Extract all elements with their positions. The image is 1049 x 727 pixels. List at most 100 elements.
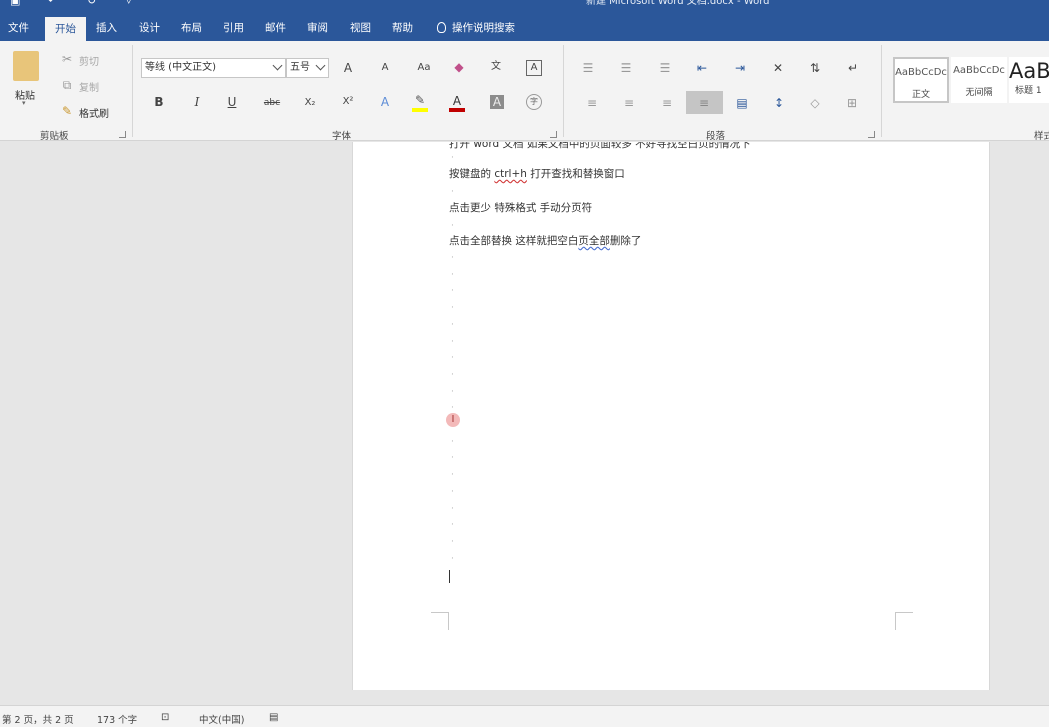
paragraph-mark: · xyxy=(451,319,454,330)
chevron-down-icon xyxy=(272,60,283,71)
clipboard-launcher-icon[interactable] xyxy=(119,131,126,138)
cut-button[interactable]: 剪切 xyxy=(79,53,99,68)
phonetic-guide-icon[interactable]: 文 xyxy=(489,60,503,74)
style-no-spacing[interactable]: AaBbCcDc 无间隔 xyxy=(951,57,1007,103)
char-shading-icon[interactable]: A xyxy=(490,95,504,109)
paste-dropdown-icon[interactable]: ▾ xyxy=(22,99,26,107)
paragraph-mark: · xyxy=(451,187,454,197)
lightbulb-icon xyxy=(437,22,446,33)
proofing-icon[interactable]: ⊡ xyxy=(161,712,169,723)
document-area[interactable]: 打开 word 文档 如果文档中的页面较多 不好寻找空白页的情况下 · 按键盘的… xyxy=(0,142,1049,705)
highlight-color-bar xyxy=(412,108,428,112)
status-bar: 第 2 页，共 2 页 173 个字 ⊡ 中文(中国) ▤ xyxy=(0,705,1049,727)
align-center-icon[interactable]: ≡ xyxy=(622,96,636,110)
customize-icon[interactable]: ▿ xyxy=(126,0,132,7)
show-marks-icon[interactable]: ↵ xyxy=(846,61,860,75)
save-icon[interactable]: ▣ xyxy=(10,0,20,7)
document-paragraph[interactable]: 按键盘的 ctrl+h 打开查找和替换窗口 xyxy=(449,166,625,181)
font-group-label: 字体 xyxy=(332,131,352,142)
tab-review[interactable]: 审阅 xyxy=(307,17,328,41)
paragraph-launcher-icon[interactable] xyxy=(868,131,875,138)
align-left-icon[interactable]: ≡ xyxy=(585,96,599,110)
increase-indent-icon[interactable]: ⇥ xyxy=(733,61,747,75)
document-page[interactable]: 打开 word 文档 如果文档中的页面较多 不好寻找空白页的情况下 · 按键盘的… xyxy=(352,142,990,690)
font-name-combo[interactable]: 等线 (中文正文) xyxy=(141,58,286,78)
justify-icon: ≡ xyxy=(698,96,710,110)
numbering-icon[interactable]: ☰ xyxy=(619,61,633,75)
text-caret xyxy=(449,570,450,583)
format-painter-button[interactable]: 格式刷 xyxy=(79,105,109,120)
shading-icon[interactable]: ◇ xyxy=(808,96,822,110)
copy-button[interactable]: 复制 xyxy=(79,79,99,94)
document-paragraph[interactable]: 点击全部替换 这样就把空白页全部删除了 xyxy=(449,233,641,248)
style-heading-1[interactable]: AaB 标题 1 xyxy=(1009,57,1049,103)
grow-font-icon[interactable]: A xyxy=(341,61,355,75)
paragraph-mark: · xyxy=(451,286,454,297)
align-right-icon[interactable]: ≡ xyxy=(660,96,674,110)
bold-button[interactable]: B xyxy=(153,95,165,109)
char-border-icon[interactable]: A xyxy=(526,60,542,76)
font-launcher-icon[interactable] xyxy=(550,131,557,138)
sort-icon[interactable]: ⇅ xyxy=(808,61,822,75)
clear-formatting-icon[interactable]: ◆ xyxy=(452,60,466,74)
tab-file[interactable]: 文件 xyxy=(8,17,29,41)
clipboard-group-label: 剪贴板 xyxy=(40,131,69,142)
tab-references[interactable]: 引用 xyxy=(223,17,244,41)
copy-icon[interactable]: ⧉ xyxy=(60,78,74,92)
paragraph-mark: · xyxy=(451,536,454,547)
subscript-button[interactable]: X₂ xyxy=(302,96,318,110)
font-size-combo[interactable]: 五号 xyxy=(286,58,329,78)
strikethrough-button[interactable]: abc xyxy=(263,96,281,110)
distributed-icon[interactable]: ▤ xyxy=(735,96,749,110)
page-count-status[interactable]: 第 2 页，共 2 页 xyxy=(2,712,74,726)
superscript-button[interactable]: X² xyxy=(340,95,356,109)
macro-record-icon[interactable]: ▤ xyxy=(269,712,278,723)
style-name: 正文 xyxy=(911,90,930,100)
word-count-status[interactable]: 173 个字 xyxy=(97,712,137,726)
text-effects-icon[interactable]: A xyxy=(378,95,392,109)
paragraph-mark: · xyxy=(451,503,454,514)
redo-icon[interactable]: ↻ xyxy=(87,0,96,7)
paragraph-mark: · xyxy=(451,470,454,481)
document-paragraph[interactable]: 打开 word 文档 如果文档中的页面较多 不好寻找空白页的情况下 xyxy=(449,142,751,151)
paragraph-mark: · xyxy=(451,269,454,280)
font-size-value: 五号 xyxy=(290,62,310,73)
line-spacing-icon[interactable]: ↕ xyxy=(772,96,786,110)
font-color-icon[interactable]: A xyxy=(450,94,464,108)
chinese-layout-icon[interactable]: ✕ xyxy=(771,61,785,75)
tab-insert[interactable]: 插入 xyxy=(96,17,117,41)
format-painter-icon[interactable]: ✎ xyxy=(60,104,74,118)
italic-button[interactable]: I xyxy=(191,95,203,109)
tell-me-search[interactable]: 操作说明搜索 xyxy=(437,17,515,41)
style-name: 标题 1 xyxy=(1015,86,1042,96)
tab-help[interactable]: 帮助 xyxy=(392,17,413,41)
chevron-down-icon xyxy=(315,60,326,71)
change-case-icon[interactable]: Aa xyxy=(414,61,434,75)
multilevel-list-icon[interactable]: ☰ xyxy=(658,61,672,75)
tab-home[interactable]: 开始 xyxy=(45,17,86,42)
language-status[interactable]: 中文(中国) xyxy=(199,712,244,726)
paragraph-mark: · xyxy=(451,436,454,447)
separator xyxy=(881,45,882,137)
style-normal[interactable]: AaBbCcDc 正文 xyxy=(893,57,949,103)
undo-icon[interactable]: ↶ xyxy=(48,0,57,7)
tab-design[interactable]: 设计 xyxy=(139,17,160,41)
tab-mailings[interactable]: 邮件 xyxy=(265,17,286,41)
tab-layout[interactable]: 布局 xyxy=(181,17,202,41)
shrink-font-icon[interactable]: A xyxy=(378,61,392,75)
paragraph-text: 按键盘的 xyxy=(449,168,495,180)
cut-icon[interactable]: ✂ xyxy=(60,52,74,66)
bullets-icon[interactable]: ☰ xyxy=(581,61,595,75)
highlight-icon[interactable]: ✎ xyxy=(412,93,428,107)
paragraph-mark: · xyxy=(451,553,454,564)
tab-view[interactable]: 视图 xyxy=(350,17,371,41)
paragraph-mark: · xyxy=(451,453,454,464)
document-paragraph[interactable]: 点击更少 特殊格式 手动分页符 xyxy=(449,200,592,215)
borders-icon[interactable]: ⊞ xyxy=(845,96,859,110)
paste-icon[interactable] xyxy=(13,51,39,81)
enclose-char-icon[interactable]: 字 xyxy=(526,94,542,110)
paragraph-mark: · xyxy=(451,386,454,397)
margin-corner-mark xyxy=(431,612,449,630)
underline-button[interactable]: U xyxy=(226,95,238,109)
decrease-indent-icon[interactable]: ⇤ xyxy=(695,61,709,75)
